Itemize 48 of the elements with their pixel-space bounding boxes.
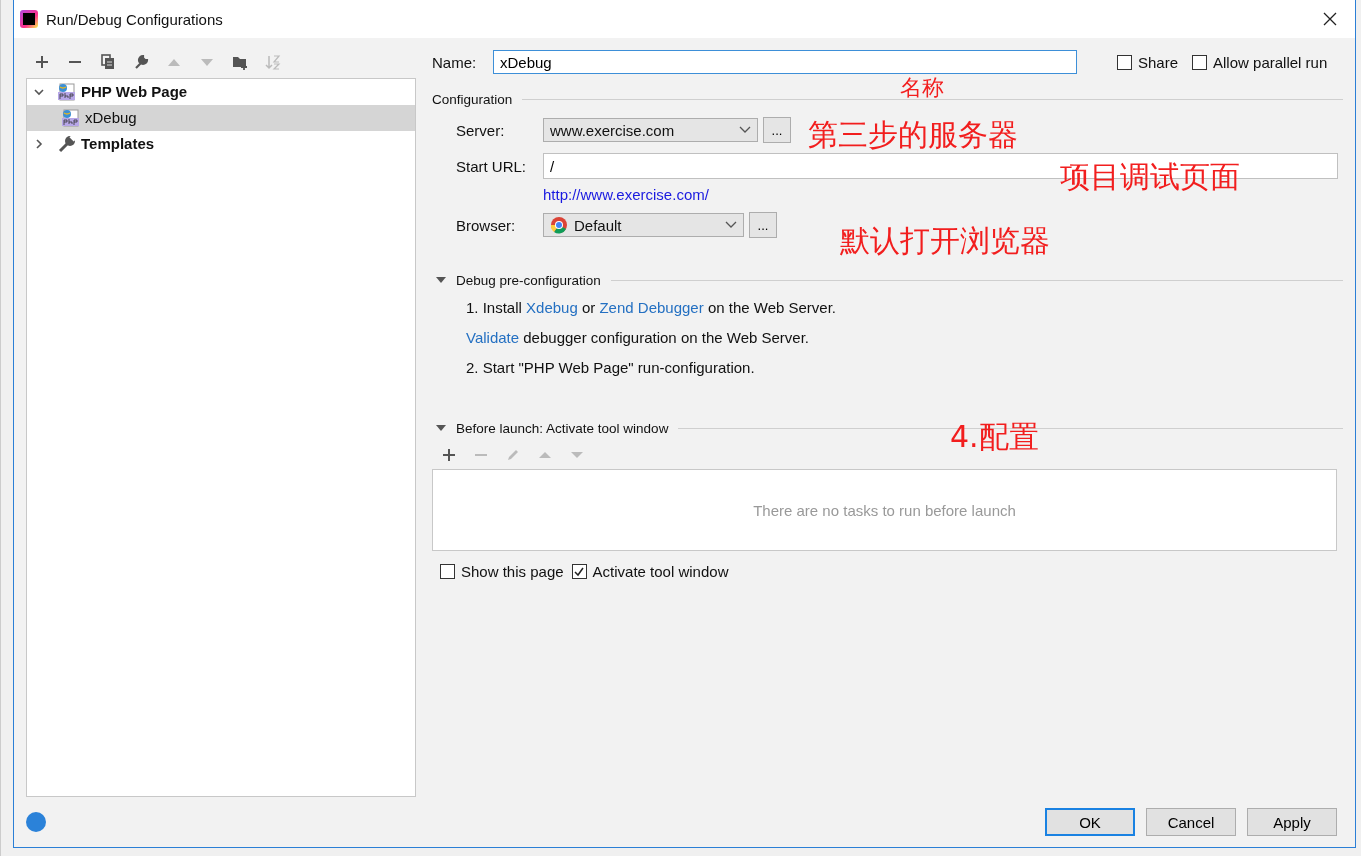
- php-file-icon: [61, 107, 81, 128]
- dialog-button[interactable]: OK: [1045, 808, 1135, 836]
- annotation-text: 名称: [900, 77, 944, 99]
- close-icon[interactable]: [1323, 12, 1337, 26]
- section-title: Before launch: Activate tool window: [456, 420, 669, 436]
- browser-dropdown[interactable]: Default: [543, 213, 744, 237]
- browser-icon: [550, 216, 568, 234]
- share-checkbox[interactable]: Share: [1117, 53, 1179, 71]
- browse-button[interactable]: ...: [749, 212, 777, 238]
- chevron-right-icon[interactable]: [33, 137, 45, 150]
- name-label: Name:: [432, 53, 478, 71]
- instruction-link[interactable]: Zend Debugger: [599, 299, 704, 316]
- wrench-icon: [57, 133, 77, 154]
- field-label: Server:: [456, 121, 506, 139]
- instruction-link[interactable]: Xdebug: [526, 299, 578, 316]
- tree-item[interactable]: xDebug: [27, 104, 415, 131]
- collapse-triangle-icon[interactable]: [436, 275, 446, 285]
- field-label: Browser:: [456, 216, 517, 234]
- instruction-text: 2. Start "PHP Web Page" run-configuration.: [466, 358, 756, 378]
- add-icon[interactable]: [34, 53, 50, 70]
- browse-button[interactable]: ...: [763, 117, 791, 143]
- copy-icon[interactable]: [100, 53, 116, 70]
- name-field[interactable]: xDebug: [493, 50, 1077, 74]
- collapse-triangle-icon[interactable]: [436, 423, 446, 433]
- instruction-link[interactable]: Validate: [466, 329, 520, 346]
- server-dropdown[interactable]: www.exercise.com: [543, 118, 758, 142]
- section-title: Debug pre-configuration: [456, 272, 601, 288]
- php-file-icon: [57, 81, 77, 102]
- annotation-text: 4.配置: [950, 420, 1039, 453]
- url-link[interactable]: http://www.exercise.com/: [543, 186, 709, 203]
- annotation-text: 默认打开浏览器: [840, 224, 1050, 257]
- instruction-text: Validate debugger configuration on the Web Server.: [466, 328, 810, 348]
- annotation-text: 第三步的服务器: [808, 118, 1018, 151]
- dialog-button[interactable]: Apply: [1247, 808, 1337, 836]
- empty-list-message: There are no tasks to run before launch: [753, 501, 1016, 519]
- checkmark-icon: [573, 565, 586, 578]
- parallel-run-checkbox[interactable]: Allow parallel run: [1192, 53, 1328, 71]
- field-label: Start URL:: [456, 157, 528, 175]
- add-icon[interactable]: [442, 448, 456, 462]
- tree-item[interactable]: PHP Web Page: [27, 78, 415, 105]
- instruction-text: 1. Install Xdebug or Zend Debugger on the Web Server.: [466, 298, 837, 318]
- section-title: Configuration: [432, 91, 513, 107]
- tree-item[interactable]: Templates: [27, 130, 415, 157]
- option-checkbox[interactable]: Show this page: [440, 563, 564, 580]
- dialog-button[interactable]: Cancel: [1146, 808, 1236, 836]
- wrench-icon[interactable]: [133, 53, 149, 70]
- window-title: Run/Debug Configurations: [46, 10, 223, 28]
- option-checkbox[interactable]: Activate tool window: [571, 563, 729, 580]
